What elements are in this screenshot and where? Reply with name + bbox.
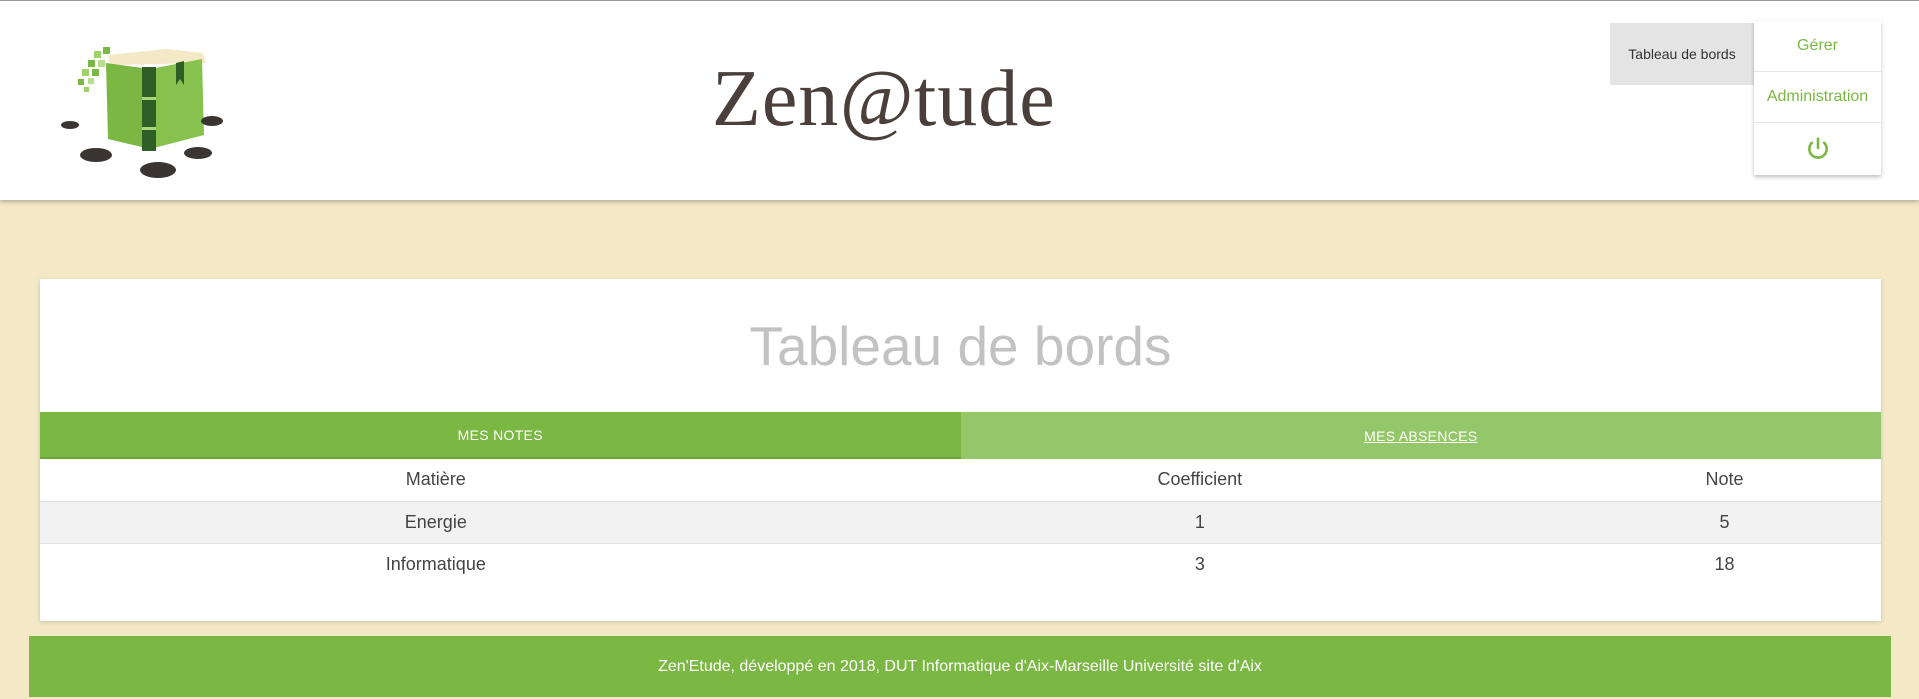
tab-label: MES ABSENCES bbox=[1364, 427, 1478, 444]
footer-text: Zen'Etude, développé en 2018, DUT Inform… bbox=[658, 657, 1262, 675]
table-header-row: Matière Coefficient Note bbox=[40, 459, 1881, 502]
table-row: Energie 1 5 bbox=[40, 501, 1881, 544]
grades-table: Matière Coefficient Note Energie 1 5 Inf… bbox=[40, 459, 1881, 585]
dashboard-card: Tableau de bords MES NOTES MES ABSENCES … bbox=[40, 279, 1881, 621]
brand-title: Zen@tude bbox=[712, 49, 1072, 149]
column-header-coefficient: Coefficient bbox=[831, 459, 1569, 502]
cell-matiere: Informatique bbox=[385, 553, 486, 574]
menu-item-label: Gérer bbox=[1797, 37, 1838, 54]
nav-menu: Gérer Administration bbox=[1754, 21, 1881, 175]
tab-label: MES NOTES bbox=[457, 426, 543, 443]
cell-coefficient: 1 bbox=[831, 501, 1569, 544]
brand-prefix: Zen bbox=[712, 55, 840, 143]
page-title: Tableau de bords bbox=[749, 314, 1172, 377]
brand-at: @ bbox=[839, 55, 914, 143]
footer: Zen'Etude, développé en 2018, DUT Inform… bbox=[29, 636, 1891, 697]
menu-item-gerer[interactable]: Gérer bbox=[1754, 21, 1881, 72]
tab-mes-notes[interactable]: MES NOTES bbox=[40, 412, 961, 459]
logout-button[interactable] bbox=[1754, 123, 1881, 174]
app-header: Zen@tude Tableau de bords Gérer Administ… bbox=[0, 0, 1919, 200]
logo[interactable] bbox=[58, 43, 248, 183]
cell-note: 5 bbox=[1568, 501, 1881, 544]
cell-note: 18 bbox=[1714, 553, 1735, 574]
cell-matiere: Energie bbox=[40, 501, 832, 544]
book-logo-icon bbox=[61, 47, 223, 178]
column-header-note: Note bbox=[1568, 459, 1881, 502]
cell-coefficient: 3 bbox=[1194, 553, 1205, 574]
menu-item-label: Administration bbox=[1766, 88, 1869, 105]
column-header-matiere: Matière bbox=[40, 459, 832, 502]
brand-suffix: tude bbox=[913, 55, 1056, 143]
menu-item-administration[interactable]: Administration bbox=[1754, 72, 1881, 123]
tab-mes-absences[interactable]: MES ABSENCES bbox=[960, 412, 1881, 459]
nav-tableau-de-bords[interactable]: Tableau de bords bbox=[1610, 23, 1754, 85]
table-row: Informatique 3 18 bbox=[40, 543, 1881, 585]
tabs: MES NOTES MES ABSENCES bbox=[40, 412, 1881, 459]
power-icon bbox=[1807, 136, 1828, 159]
